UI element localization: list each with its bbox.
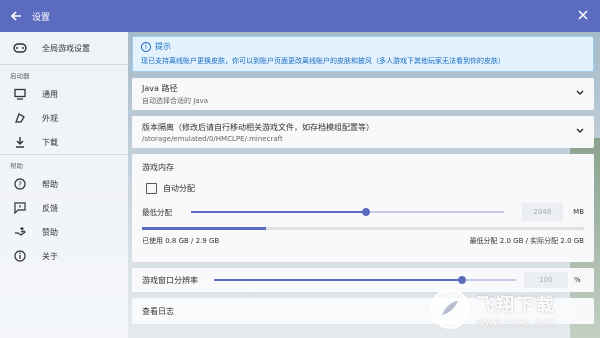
svg-text:?: ? <box>18 181 22 189</box>
feedback-icon <box>12 200 28 216</box>
chevron-down-icon[interactable] <box>576 127 584 137</box>
sidebar-item-label: 关于 <box>42 251 58 261</box>
java-path-title: Java 路径 <box>142 83 178 93</box>
sidebar-group-help: 帮助 <box>10 162 23 170</box>
tip-banner: i 提示 现已支持离线账户更换皮肤，你可以到账户页面更改离线账户的皮肤和披风（多… <box>132 36 594 72</box>
slider-fill <box>214 279 462 281</box>
isolation-title: 版本隔离（修改后请自行移动相关游戏文件，如存档模组配置等） <box>142 122 374 132</box>
memory-usage-fill <box>142 227 266 230</box>
sidebar-item-label: 反馈 <box>42 203 58 213</box>
palette-icon <box>12 110 28 126</box>
sidebar-item-global[interactable]: 全局游戏设置 <box>0 32 128 64</box>
sidebar-item-label: 下载 <box>42 137 58 147</box>
sidebar-item-general[interactable]: 通用 <box>0 82 128 106</box>
sidebar-item-feedback[interactable]: 反馈 <box>0 196 128 220</box>
watermark-text: 飞翔下载 <box>476 294 556 316</box>
gamepad-icon <box>12 40 28 56</box>
sidebar-item-download[interactable]: 下载 <box>0 130 128 154</box>
tip-title: 提示 <box>155 42 171 51</box>
memory-title: 游戏内存 <box>142 163 174 172</box>
java-path-card[interactable]: Java 路径 自动选择合适的 Java <box>132 78 594 110</box>
sidebar-item-label: 赞助 <box>42 227 58 237</box>
about-icon <box>12 248 28 264</box>
watermark: 飞翔下载 WWW.FXXZ.COM <box>430 286 590 332</box>
isolation-path: /storage/emulated/0/HMCLPE/.minecraft <box>142 134 283 143</box>
memory-card: 游戏内存 自动分配 最低分配 2048 MB 已使用 0.8 GB / 2.9 … <box>132 154 594 262</box>
chevron-down-icon[interactable] <box>576 89 584 99</box>
help-icon: ? <box>12 176 28 192</box>
download-icon <box>12 134 28 150</box>
slider-fill <box>191 211 367 213</box>
monitor-icon <box>12 86 28 102</box>
back-arrow-icon[interactable] <box>0 0 32 32</box>
memory-unit: MB <box>573 208 584 216</box>
memory-used-text: 已使用 0.8 GB / 2.9 GB <box>142 237 220 245</box>
slider-thumb[interactable] <box>362 208 371 216</box>
sidebar-item-label: 全局游戏设置 <box>42 43 90 53</box>
auto-allocate-checkbox[interactable] <box>146 183 157 194</box>
resolution-slider[interactable] <box>214 276 516 284</box>
java-path-subtitle: 自动选择合适的 Java <box>142 96 209 105</box>
version-isolation-card[interactable]: 版本隔离（修改后请自行移动相关游戏文件，如存档模组配置等） /storage/e… <box>132 116 594 148</box>
sidebar-item-about[interactable]: 关于 <box>0 244 128 268</box>
sponsor-icon <box>12 224 28 240</box>
slider-thumb[interactable] <box>457 276 466 284</box>
title-bar: 设置 <box>0 0 600 32</box>
sidebar-item-label: 通用 <box>42 89 58 99</box>
sidebar-item-sponsor[interactable]: 赞助 <box>0 220 128 244</box>
view-logs-label: 查看日志 <box>142 306 174 316</box>
sidebar-item-appearance[interactable]: 外观 <box>0 106 128 130</box>
watermark-url: WWW.FXXZ.COM <box>476 318 556 328</box>
sidebar-group-launcher: 启动器 <box>10 72 30 80</box>
min-memory-slider[interactable] <box>191 208 504 216</box>
tip-body: 现已支持离线账户更换皮肤，你可以到账户页面更改离线账户的皮肤和披风（多人游戏下其… <box>141 57 505 65</box>
min-memory-label: 最低分配 <box>142 207 172 217</box>
sidebar-item-label: 外观 <box>42 113 58 123</box>
auto-allocate-toggle[interactable]: 自动分配 <box>146 183 584 194</box>
watermark-logo-icon <box>430 289 470 329</box>
memory-usage-bar <box>142 227 584 230</box>
memory-alloc-text: 最低分配 2.0 GB / 实际分配 2.0 GB <box>469 237 584 245</box>
page-title: 设置 <box>32 12 51 23</box>
min-memory-row: 最低分配 2048 MB <box>142 203 584 221</box>
sidebar-item-label: 帮助 <box>42 179 58 189</box>
sidebar-item-help[interactable]: ? 帮助 <box>0 172 128 196</box>
auto-allocate-label: 自动分配 <box>163 184 195 193</box>
close-icon[interactable] <box>576 9 590 23</box>
resolution-unit: % <box>574 276 581 284</box>
sidebar: 全局游戏设置 启动器 通用 外观 下载 帮助 ? 帮助 反馈 赞助 关于 <box>0 32 128 338</box>
resolution-label: 游戏窗口分辨率 <box>142 275 198 285</box>
info-icon: i <box>141 41 151 52</box>
min-memory-input[interactable]: 2048 <box>521 203 564 221</box>
